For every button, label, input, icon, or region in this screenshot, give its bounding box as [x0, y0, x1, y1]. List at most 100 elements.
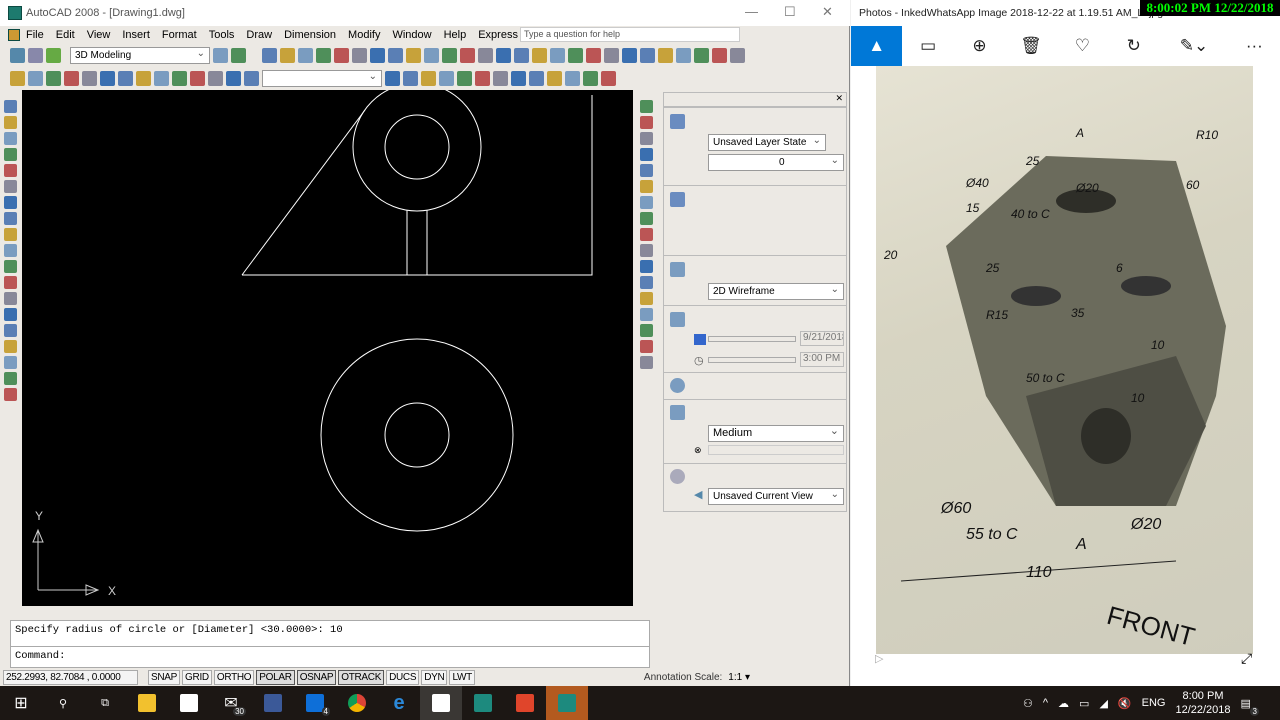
- modify-tool-icon-17[interactable]: [639, 356, 653, 369]
- chrome-button[interactable]: [336, 686, 378, 720]
- next-arrow[interactable]: ▷: [875, 652, 883, 665]
- command-window[interactable]: Specify radius of circle or [Diameter] <…: [10, 620, 650, 668]
- status-osnap-toggle[interactable]: OSNAP: [296, 669, 337, 685]
- image-icon[interactable]: ▲: [851, 26, 903, 66]
- draw-tool-icon-3[interactable]: [3, 132, 17, 145]
- standard-tool-icon-23[interactable]: [658, 47, 673, 63]
- draw-tool-icon-1[interactable]: [3, 100, 17, 113]
- rotate-icon[interactable]: ↻: [1108, 36, 1159, 56]
- modify-tool-icon-9[interactable]: [639, 228, 653, 241]
- volume-muted-icon[interactable]: 🔇: [1118, 697, 1132, 710]
- back-icon[interactable]: ◀: [694, 488, 702, 501]
- ucs-tool-icon-7[interactable]: [493, 70, 508, 86]
- delete-icon[interactable]: 🗑: [1005, 36, 1056, 56]
- language-indicator[interactable]: ENG: [1142, 697, 1166, 709]
- draw-tool-icon-10[interactable]: [3, 244, 17, 257]
- draw-tool-icon-5[interactable]: [3, 164, 17, 177]
- menu-dimension[interactable]: Dimension: [284, 29, 336, 41]
- more-icon[interactable]: ···: [1229, 36, 1280, 56]
- standard-tool-icon-2[interactable]: [280, 47, 295, 63]
- modeling-tool-icon-4[interactable]: [64, 70, 79, 86]
- draw-tool-icon-16[interactable]: [3, 340, 17, 353]
- modify-tool-icon-4[interactable]: [639, 148, 653, 161]
- menu-file[interactable]: File: [26, 29, 44, 41]
- standard-tool-icon-1[interactable]: [262, 47, 277, 63]
- draw-tool-icon-14[interactable]: [3, 308, 17, 321]
- command-line-input[interactable]: Command:: [11, 647, 649, 665]
- modify-tool-icon-3[interactable]: [639, 132, 653, 145]
- layer-state-select[interactable]: Unsaved Layer State: [708, 133, 826, 151]
- ucs-tool-icon-2[interactable]: [403, 70, 418, 86]
- modeling-tool-icon-11[interactable]: [190, 70, 205, 86]
- ucs-tool-icon-4[interactable]: [439, 70, 454, 86]
- menu-express[interactable]: Express: [478, 29, 518, 41]
- teamviewer-button[interactable]: 4: [294, 686, 336, 720]
- status-ducs-toggle[interactable]: DUCS: [386, 669, 420, 685]
- status-grid-toggle[interactable]: GRID: [182, 669, 212, 685]
- modeling-tool-icon-3[interactable]: [46, 70, 61, 86]
- menu-edit[interactable]: Edit: [56, 29, 75, 41]
- modeling-tool-icon-13[interactable]: [226, 70, 241, 86]
- workspace-select[interactable]: 3D Modeling: [70, 46, 210, 64]
- status-lwt-toggle[interactable]: LWT: [449, 669, 475, 685]
- ucs-tool-icon-8[interactable]: [511, 70, 526, 86]
- menu-view[interactable]: View: [87, 29, 111, 41]
- drawing-canvas[interactable]: Y X: [22, 82, 633, 606]
- draw-tool-icon-15[interactable]: [3, 324, 17, 337]
- menu-tools[interactable]: Tools: [209, 29, 235, 41]
- standard-tool-icon-5[interactable]: [334, 47, 349, 63]
- standard-tool-icon-14[interactable]: [496, 47, 511, 63]
- standard-tool-icon-8[interactable]: [388, 47, 403, 63]
- close-button[interactable]: ✕: [822, 4, 833, 20]
- draw-tool-icon-12[interactable]: [3, 276, 17, 289]
- modify-tool-icon-6[interactable]: [639, 180, 653, 193]
- time-slider[interactable]: [708, 357, 796, 363]
- modeling-tool-icon-12[interactable]: [208, 70, 223, 86]
- standard-tool-icon-10[interactable]: [424, 47, 439, 63]
- ucs-tool-icon-13[interactable]: [601, 70, 616, 86]
- standard-tool-icon-4[interactable]: [316, 47, 331, 63]
- ucs-tool-icon-12[interactable]: [583, 70, 598, 86]
- orbit-icon[interactable]: [28, 47, 43, 63]
- standard-tool-icon-24[interactable]: [676, 47, 691, 63]
- status-ortho-toggle[interactable]: ORTHO: [213, 669, 255, 685]
- modeling-tool-icon-1[interactable]: [10, 70, 25, 86]
- workspace-tool-icon-2[interactable]: [231, 47, 246, 63]
- annotation-scale-select[interactable]: 1:1 ▾: [728, 672, 750, 683]
- standard-tool-icon-9[interactable]: [406, 47, 421, 63]
- ucs-tool-icon-6[interactable]: [475, 70, 490, 86]
- ucs-tool-icon-3[interactable]: [421, 70, 436, 86]
- zoom-icon[interactable]: ⊕: [954, 36, 1005, 56]
- slideshow-icon[interactable]: ▭: [902, 36, 953, 56]
- modify-tool-icon-13[interactable]: [639, 292, 653, 305]
- standard-tool-icon-26[interactable]: [712, 47, 727, 63]
- ucs-tool-icon-11[interactable]: [565, 70, 580, 86]
- modify-tool-icon-1[interactable]: [639, 100, 653, 113]
- standard-tool-icon-25[interactable]: [694, 47, 709, 63]
- modify-tool-icon-15[interactable]: [639, 324, 653, 337]
- people-icon[interactable]: ⚇: [1023, 697, 1033, 710]
- clock[interactable]: 8:00 PM 12/22/2018: [1175, 689, 1230, 717]
- render-cancel-icon[interactable]: ⊗: [694, 445, 702, 456]
- draw-tool-icon-6[interactable]: [3, 180, 17, 193]
- standard-tool-icon-6[interactable]: [352, 47, 367, 63]
- wifi-icon[interactable]: ◢: [1099, 697, 1107, 710]
- standard-tool-icon-20[interactable]: [604, 47, 619, 63]
- ucs-tool-icon-9[interactable]: [529, 70, 544, 86]
- modeling-tool-icon-7[interactable]: [118, 70, 133, 86]
- show-hidden-icon[interactable]: ^: [1043, 697, 1048, 709]
- menu-draw[interactable]: Draw: [246, 29, 272, 41]
- menu-insert[interactable]: Insert: [122, 29, 150, 41]
- standard-tool-icon-3[interactable]: [298, 47, 313, 63]
- mail-button[interactable]: ✉ 30: [210, 686, 252, 720]
- pan-icon[interactable]: [46, 47, 61, 63]
- modeling-tool-icon-14[interactable]: [244, 70, 259, 86]
- time-field[interactable]: 3:00 PM: [800, 352, 844, 367]
- date-slider[interactable]: [708, 336, 796, 342]
- autocad-active-button[interactable]: [546, 686, 588, 720]
- date-field[interactable]: 9/21/2018: [800, 331, 844, 346]
- ucs-tool-icon-1[interactable]: [385, 70, 400, 86]
- modeling-tool-icon-5[interactable]: [82, 70, 97, 86]
- workspace-tool-icon-1[interactable]: [213, 47, 228, 63]
- draw-tool-icon-17[interactable]: [3, 356, 17, 369]
